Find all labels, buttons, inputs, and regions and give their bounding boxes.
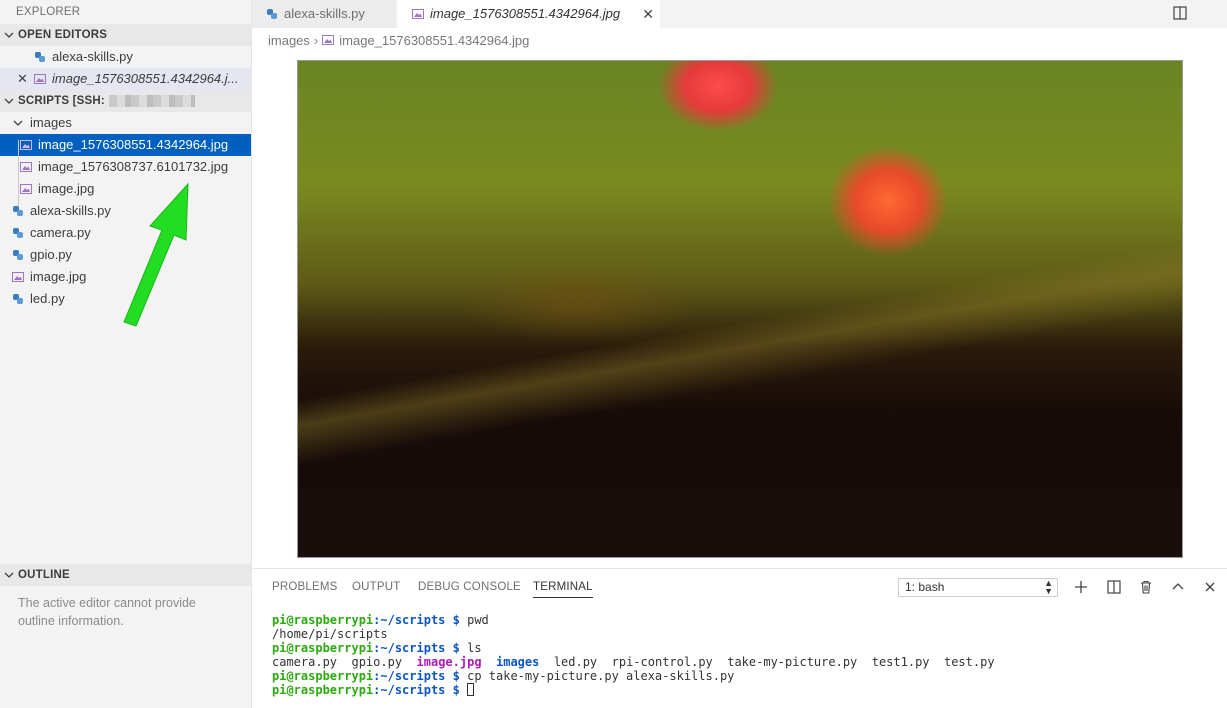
explorer-title: EXPLORER <box>16 6 81 18</box>
image-file-icon <box>20 184 32 194</box>
outline-header[interactable]: OUTLINE <box>0 564 251 586</box>
select-arrows-icon: ▲ ▼ <box>1044 578 1053 596</box>
open-editors-header[interactable]: OPEN EDITORS <box>0 24 251 46</box>
tab-problems[interactable]: PROBLEMS <box>272 569 338 605</box>
breadcrumb-file[interactable]: image_1576308551.4342964.jpg <box>339 33 529 48</box>
chevron-up-icon[interactable] <box>1170 579 1186 595</box>
terminal-line: pi@raspberrypi:~/scripts $ cp take-my-pi… <box>272 669 735 683</box>
terminal-line: pi@raspberrypi:~/scripts $ ls <box>272 641 482 655</box>
python-file-icon <box>13 228 23 238</box>
breadcrumb: images › image_1576308551.4342964.jpg <box>268 30 529 52</box>
file-item[interactable]: led.py <box>0 288 251 310</box>
tab-label: image_1576308551.4342964.jpg <box>430 6 621 21</box>
scripts-label: SCRIPTS [SSH: <box>18 95 105 107</box>
close-icon[interactable]: ✕ <box>17 68 28 90</box>
terminal-cursor <box>467 683 475 696</box>
python-file-icon <box>13 294 23 304</box>
editor-tabbar: alexa-skills.py image_1576308551.4342964… <box>252 0 1227 28</box>
terminal-selector[interactable]: 1: bash ▲ ▼ <box>898 578 1058 597</box>
file-item[interactable]: image.jpg <box>0 178 251 200</box>
open-editor-label: image_1576308551.4342964.j... <box>52 71 239 86</box>
image-preview <box>297 60 1183 558</box>
breadcrumb-folder[interactable]: images <box>268 33 310 48</box>
image-file-icon <box>20 140 32 150</box>
explorer-sidebar: EXPLORER OPEN EDITORS alexa-skills.py ✕ … <box>0 0 252 708</box>
outline-message: The active editor cannot provide outline… <box>18 596 196 628</box>
file-item[interactable]: image.jpg <box>0 266 251 288</box>
file-item[interactable]: alexa-skills.py <box>0 200 251 222</box>
tab-output[interactable]: OUTPUT <box>352 569 400 605</box>
terminal-line: pi@raspberrypi:~/scripts $ <box>272 683 995 697</box>
chevron-down-icon <box>13 120 23 126</box>
image-file-icon <box>412 9 424 19</box>
file-item[interactable]: camera.py <box>0 222 251 244</box>
file-label: led.py <box>30 291 65 306</box>
outline-label: OUTLINE <box>18 569 70 581</box>
file-label: image_1576308737.6101732.jpg <box>38 159 229 174</box>
trash-icon[interactable] <box>1138 579 1154 595</box>
terminal-line: /home/pi/scripts <box>272 627 388 641</box>
bottom-panel: PROBLEMS OUTPUT DEBUG CONSOLE TERMINAL 1… <box>252 568 1227 708</box>
python-file-icon <box>267 9 277 19</box>
open-editors-label: OPEN EDITORS <box>18 29 108 41</box>
folder-images[interactable]: images <box>0 112 251 134</box>
file-item[interactable]: gpio.py <box>0 244 251 266</box>
file-item[interactable]: image_1576308737.6101732.jpg <box>0 156 251 178</box>
tab-terminal[interactable]: TERMINAL <box>533 569 593 605</box>
split-editor-icon[interactable] <box>1173 6 1187 20</box>
tab-alexa-skills[interactable]: alexa-skills.py <box>252 0 396 28</box>
close-panel-icon[interactable] <box>1202 579 1218 595</box>
image-file-icon <box>322 35 335 45</box>
tree-indent-guide <box>18 140 19 206</box>
split-terminal-icon[interactable] <box>1106 579 1122 595</box>
folder-label: images <box>30 115 72 130</box>
file-label: camera.py <box>30 225 91 240</box>
terminal-line: camera.py gpio.py image.jpg images led.p… <box>272 655 995 669</box>
chevron-down-icon <box>4 32 14 38</box>
tab-label: alexa-skills.py <box>284 6 365 21</box>
terminal-line: pi@raspberrypi:~/scripts $ pwd <box>272 613 489 627</box>
tab-debug-console[interactable]: DEBUG CONSOLE <box>418 569 521 605</box>
image-file-icon <box>20 162 32 172</box>
chevron-right-icon: › <box>313 33 319 48</box>
add-terminal-icon[interactable] <box>1073 579 1089 595</box>
image-file-icon <box>34 74 46 84</box>
file-label: image.jpg <box>38 181 95 196</box>
file-label: gpio.py <box>30 247 72 262</box>
open-editor-item-image[interactable]: ✕ image_1576308551.4342964.j... <box>0 68 251 90</box>
open-editor-item-python[interactable]: alexa-skills.py <box>0 46 251 68</box>
file-label: image.jpg <box>30 269 87 284</box>
redacted-host <box>108 94 195 107</box>
chevron-down-icon <box>4 572 14 578</box>
python-file-icon <box>13 206 23 216</box>
file-label: image_1576308551.4342964.jpg <box>38 137 229 152</box>
file-label: alexa-skills.py <box>30 203 111 218</box>
file-item-selected[interactable]: image_1576308551.4342964.jpg <box>0 134 251 156</box>
image-file-icon <box>12 272 24 282</box>
terminal-selector-value: 1: bash <box>905 580 945 594</box>
close-icon[interactable]: ✕ <box>642 0 654 28</box>
tab-image-preview[interactable]: image_1576308551.4342964.jpg ✕ <box>398 0 660 28</box>
scripts-header[interactable]: SCRIPTS [SSH: <box>0 90 251 112</box>
open-editor-label: alexa-skills.py <box>52 49 133 64</box>
chevron-down-icon <box>4 98 14 104</box>
terminal-output[interactable]: pi@raspberrypi:~/scripts $ pwd/home/pi/s… <box>272 613 995 697</box>
python-file-icon <box>13 250 23 260</box>
python-file-icon <box>35 52 45 62</box>
